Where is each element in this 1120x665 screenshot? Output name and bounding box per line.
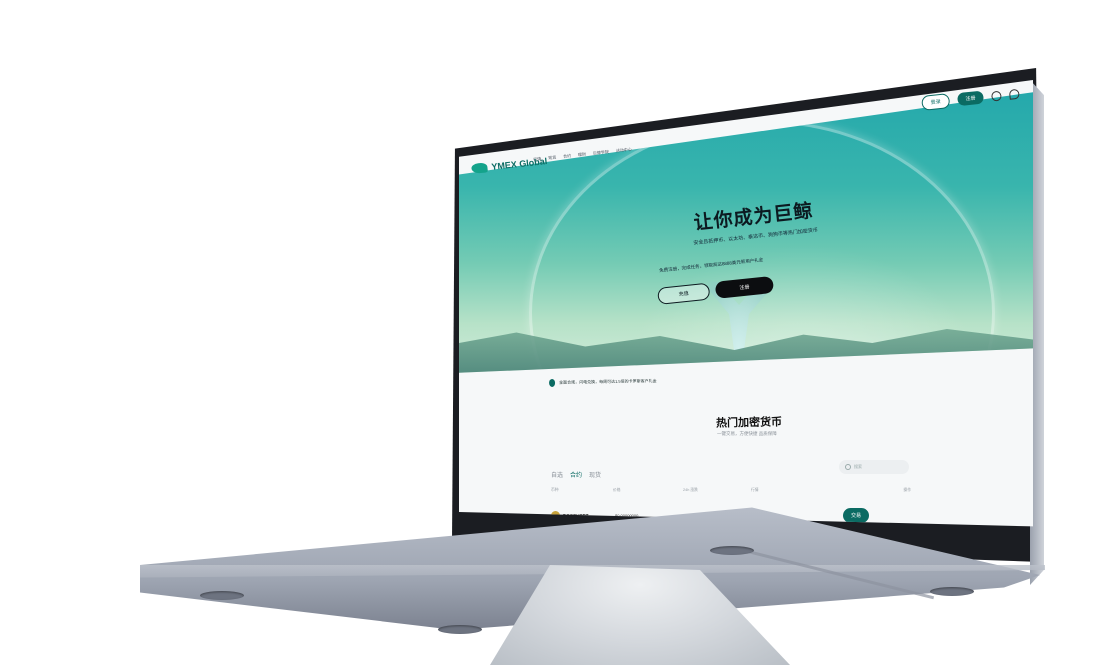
column-header: 24h 涨跌: [683, 488, 698, 492]
nav-link[interactable]: 现货: [548, 155, 557, 162]
laptop-screen: › YMEX Global 行情 现货 合约 理财 巨鲸学院 活动中心 登录 注…: [459, 80, 1033, 527]
nav-link[interactable]: 合约: [563, 153, 572, 160]
globe-icon[interactable]: [990, 90, 1002, 102]
trade-button[interactable]: 交易: [843, 508, 870, 523]
login-button[interactable]: 登录: [921, 93, 951, 111]
register-button[interactable]: 注册: [956, 90, 985, 107]
laptop-foot: [438, 625, 482, 634]
whale-logo-icon: [471, 162, 488, 174]
laptop-foot: [710, 546, 754, 555]
tab-favorites[interactable]: 自选: [551, 470, 563, 479]
chevron-right-icon[interactable]: ›: [897, 356, 900, 365]
column-header: 价格: [613, 488, 621, 492]
theme-toggle-icon[interactable]: [1008, 88, 1020, 100]
tab-futures[interactable]: 合约: [570, 470, 582, 479]
rainbow-decoration: [529, 120, 995, 373]
tab-spot[interactable]: 现货: [589, 470, 601, 479]
column-header: 操作: [903, 488, 911, 492]
column-header: 行情: [751, 488, 759, 492]
markets-title: 热门加密货币: [715, 416, 783, 430]
column-header: 币种: [551, 488, 559, 492]
shield-icon: [549, 378, 556, 387]
markets-subtitle: 一键交易，方便快捷 品质保障: [717, 431, 777, 436]
search-input[interactable]: 搜索: [839, 460, 909, 474]
nav-link[interactable]: 理财: [578, 151, 587, 158]
table-header: 币种 价格 24h 涨跌 行情 操作: [551, 488, 911, 493]
notice-bar[interactable]: 全面合规，闪电兑换，每周可达1.5倍的卡罗斯客户礼金: [549, 377, 657, 387]
laptop-foot: [200, 591, 244, 600]
laptop-foot: [930, 587, 974, 596]
notice-text: 全面合规，闪电兑换，每周可达1.5倍的卡罗斯客户礼金: [559, 378, 657, 385]
nav-link[interactable]: 行情: [533, 156, 542, 163]
search-placeholder: 搜索: [854, 464, 862, 469]
market-tabs: 自选 合约 现货: [551, 470, 601, 479]
search-icon: [845, 464, 851, 470]
